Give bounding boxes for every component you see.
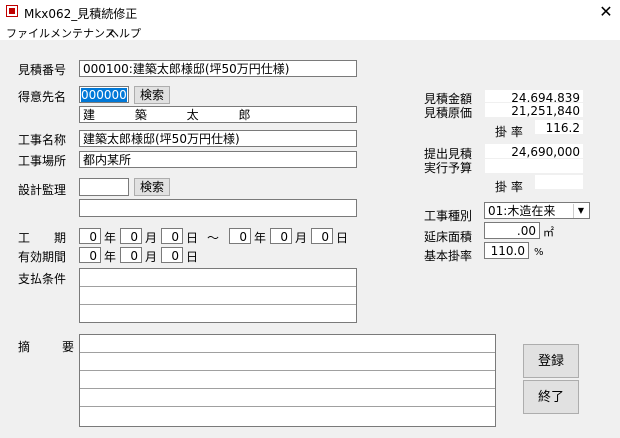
customer-code-text: 000000 [81, 88, 127, 102]
app-icon [6, 5, 18, 17]
site-label: 工事場所 [18, 154, 67, 168]
year-label: 年 [254, 231, 267, 245]
month-label: 月 [145, 250, 158, 264]
design-name-input[interactable] [79, 199, 357, 217]
period-start-year-input[interactable]: 0 [79, 228, 101, 244]
submitted-est-value: 24,690,000 [484, 143, 584, 159]
menu-file[interactable]: ファイル [6, 25, 50, 41]
day-label: 日 [186, 231, 199, 245]
period-end-day-input[interactable]: 0 [311, 228, 333, 244]
site-input[interactable]: 都内某所 [79, 151, 357, 168]
period-end-year-input[interactable]: 0 [229, 228, 251, 244]
floor-area-label: 延床面積 [424, 230, 473, 244]
summary-line [80, 335, 495, 353]
day-label: 日 [186, 250, 199, 264]
summary-label: 摘 要 [18, 340, 85, 354]
design-supervision-label: 設計監理 [18, 183, 67, 197]
close-icon[interactable]: ✕ [596, 1, 616, 23]
base-rate-label: 基本掛率 [424, 249, 473, 263]
base-rate-input[interactable]: 110.0 [484, 242, 529, 259]
validity-year-input[interactable]: 0 [79, 247, 101, 263]
period-end-month-input[interactable]: 0 [270, 228, 292, 244]
exit-button[interactable]: 終了 [523, 380, 579, 414]
est-cost-label: 見積原価 [424, 106, 473, 120]
construction-type-select[interactable]: 01:木造在来 ▼ [484, 202, 590, 219]
payment-label: 支払条件 [18, 272, 67, 286]
budget-value [484, 158, 584, 174]
budget-label: 実行予算 [424, 161, 473, 175]
summary-line [80, 389, 495, 407]
customer-name-text: 建 築 太 郎 [83, 108, 269, 122]
chevron-down-icon[interactable]: ▼ [573, 204, 588, 218]
design-code-input[interactable] [79, 178, 129, 196]
floor-area-input[interactable]: .00 [484, 222, 540, 239]
construction-type-value: 01:木造在来 [488, 204, 556, 218]
payment-line [80, 287, 356, 305]
day-label: 日 [336, 231, 349, 245]
project-name-label: 工事名称 [18, 133, 67, 147]
customer-name-input[interactable]: 建 築 太 郎 [79, 106, 357, 123]
design-search-button[interactable]: 検索 [134, 178, 170, 196]
payment-terms-input[interactable] [79, 268, 357, 323]
est-cost-value: 21,251,840 [484, 102, 584, 118]
window-title: Mkx062_見積続修正 [24, 7, 138, 21]
period-start-day-input[interactable]: 0 [161, 228, 183, 244]
percent-unit: % [534, 247, 544, 258]
estimate-no-label: 見積番号 [18, 63, 67, 77]
period-start-month-input[interactable]: 0 [120, 228, 142, 244]
year-label: 年 [104, 231, 117, 245]
sqm-unit: ㎡ [543, 226, 554, 239]
month-label: 月 [295, 231, 308, 245]
customer-search-button[interactable]: 検索 [134, 86, 170, 104]
period-label: 工 期 [18, 231, 73, 245]
tilde-label: 〜 [207, 231, 220, 245]
rate-value: 116.2 [534, 119, 584, 135]
rate-label: 掛 率 [495, 125, 523, 139]
month-label: 月 [145, 231, 158, 245]
summary-line [80, 371, 495, 389]
summary-line [80, 353, 495, 371]
validity-label: 有効期間 [18, 250, 67, 264]
payment-line [80, 269, 356, 287]
estimate-no-input[interactable]: 000100:建築太郎様邸(坪50万円仕様) [79, 60, 357, 77]
rate2-value [534, 174, 584, 190]
construction-type-label: 工事種別 [424, 209, 473, 223]
year-label: 年 [104, 250, 117, 264]
customer-label: 得意先名 [18, 90, 67, 104]
menu-help[interactable]: ヘルプ [108, 25, 141, 41]
register-button[interactable]: 登録 [523, 344, 579, 378]
menu-maintenance[interactable]: メンテナンス [50, 25, 116, 41]
validity-day-input[interactable]: 0 [161, 247, 183, 263]
validity-month-input[interactable]: 0 [120, 247, 142, 263]
rate2-label: 掛 率 [495, 180, 523, 194]
project-name-input[interactable]: 建築太郎様邸(坪50万円仕様) [79, 130, 357, 147]
summary-input[interactable] [79, 334, 496, 427]
customer-code-input[interactable]: 000000 [79, 86, 129, 103]
